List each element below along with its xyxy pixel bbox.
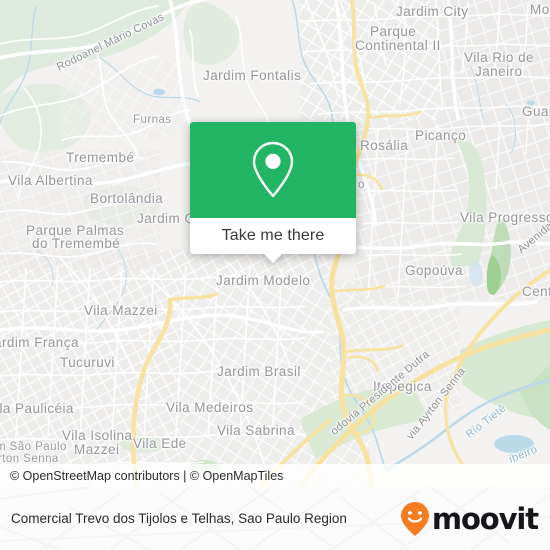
map-attribution-bar: © OpenStreetMap contributors | © OpenMap… <box>0 464 550 487</box>
popup-tail <box>263 253 283 263</box>
popup-action-area[interactable]: Take me there <box>190 218 356 263</box>
map-canvas[interactable]: Rodoanel Mário Covas Jardim Fontalis Jardi… <box>0 0 550 487</box>
footer-bar: Comercial Trevo dos Tijolos e Telhas, Sa… <box>0 487 550 550</box>
attribution-text[interactable]: © OpenStreetMap contributors | © OpenMap… <box>0 469 283 483</box>
map-pin-icon <box>252 141 294 198</box>
moovit-map-screenshot: Rodoanel Mário Covas Jardim Fontalis Jardi… <box>0 0 550 550</box>
moovit-logo[interactable]: moovit <box>399 501 539 537</box>
moovit-wordmark: moovit <box>431 501 539 536</box>
moovit-smiley-pin-icon <box>400 501 429 536</box>
page-title: Comercial Trevo dos Tijolos e Telhas, Sa… <box>11 510 347 526</box>
place-popup-card[interactable]: Take me there <box>190 122 356 263</box>
popup-icon-area <box>190 122 356 218</box>
take-me-there-button[interactable]: Take me there <box>222 227 325 245</box>
